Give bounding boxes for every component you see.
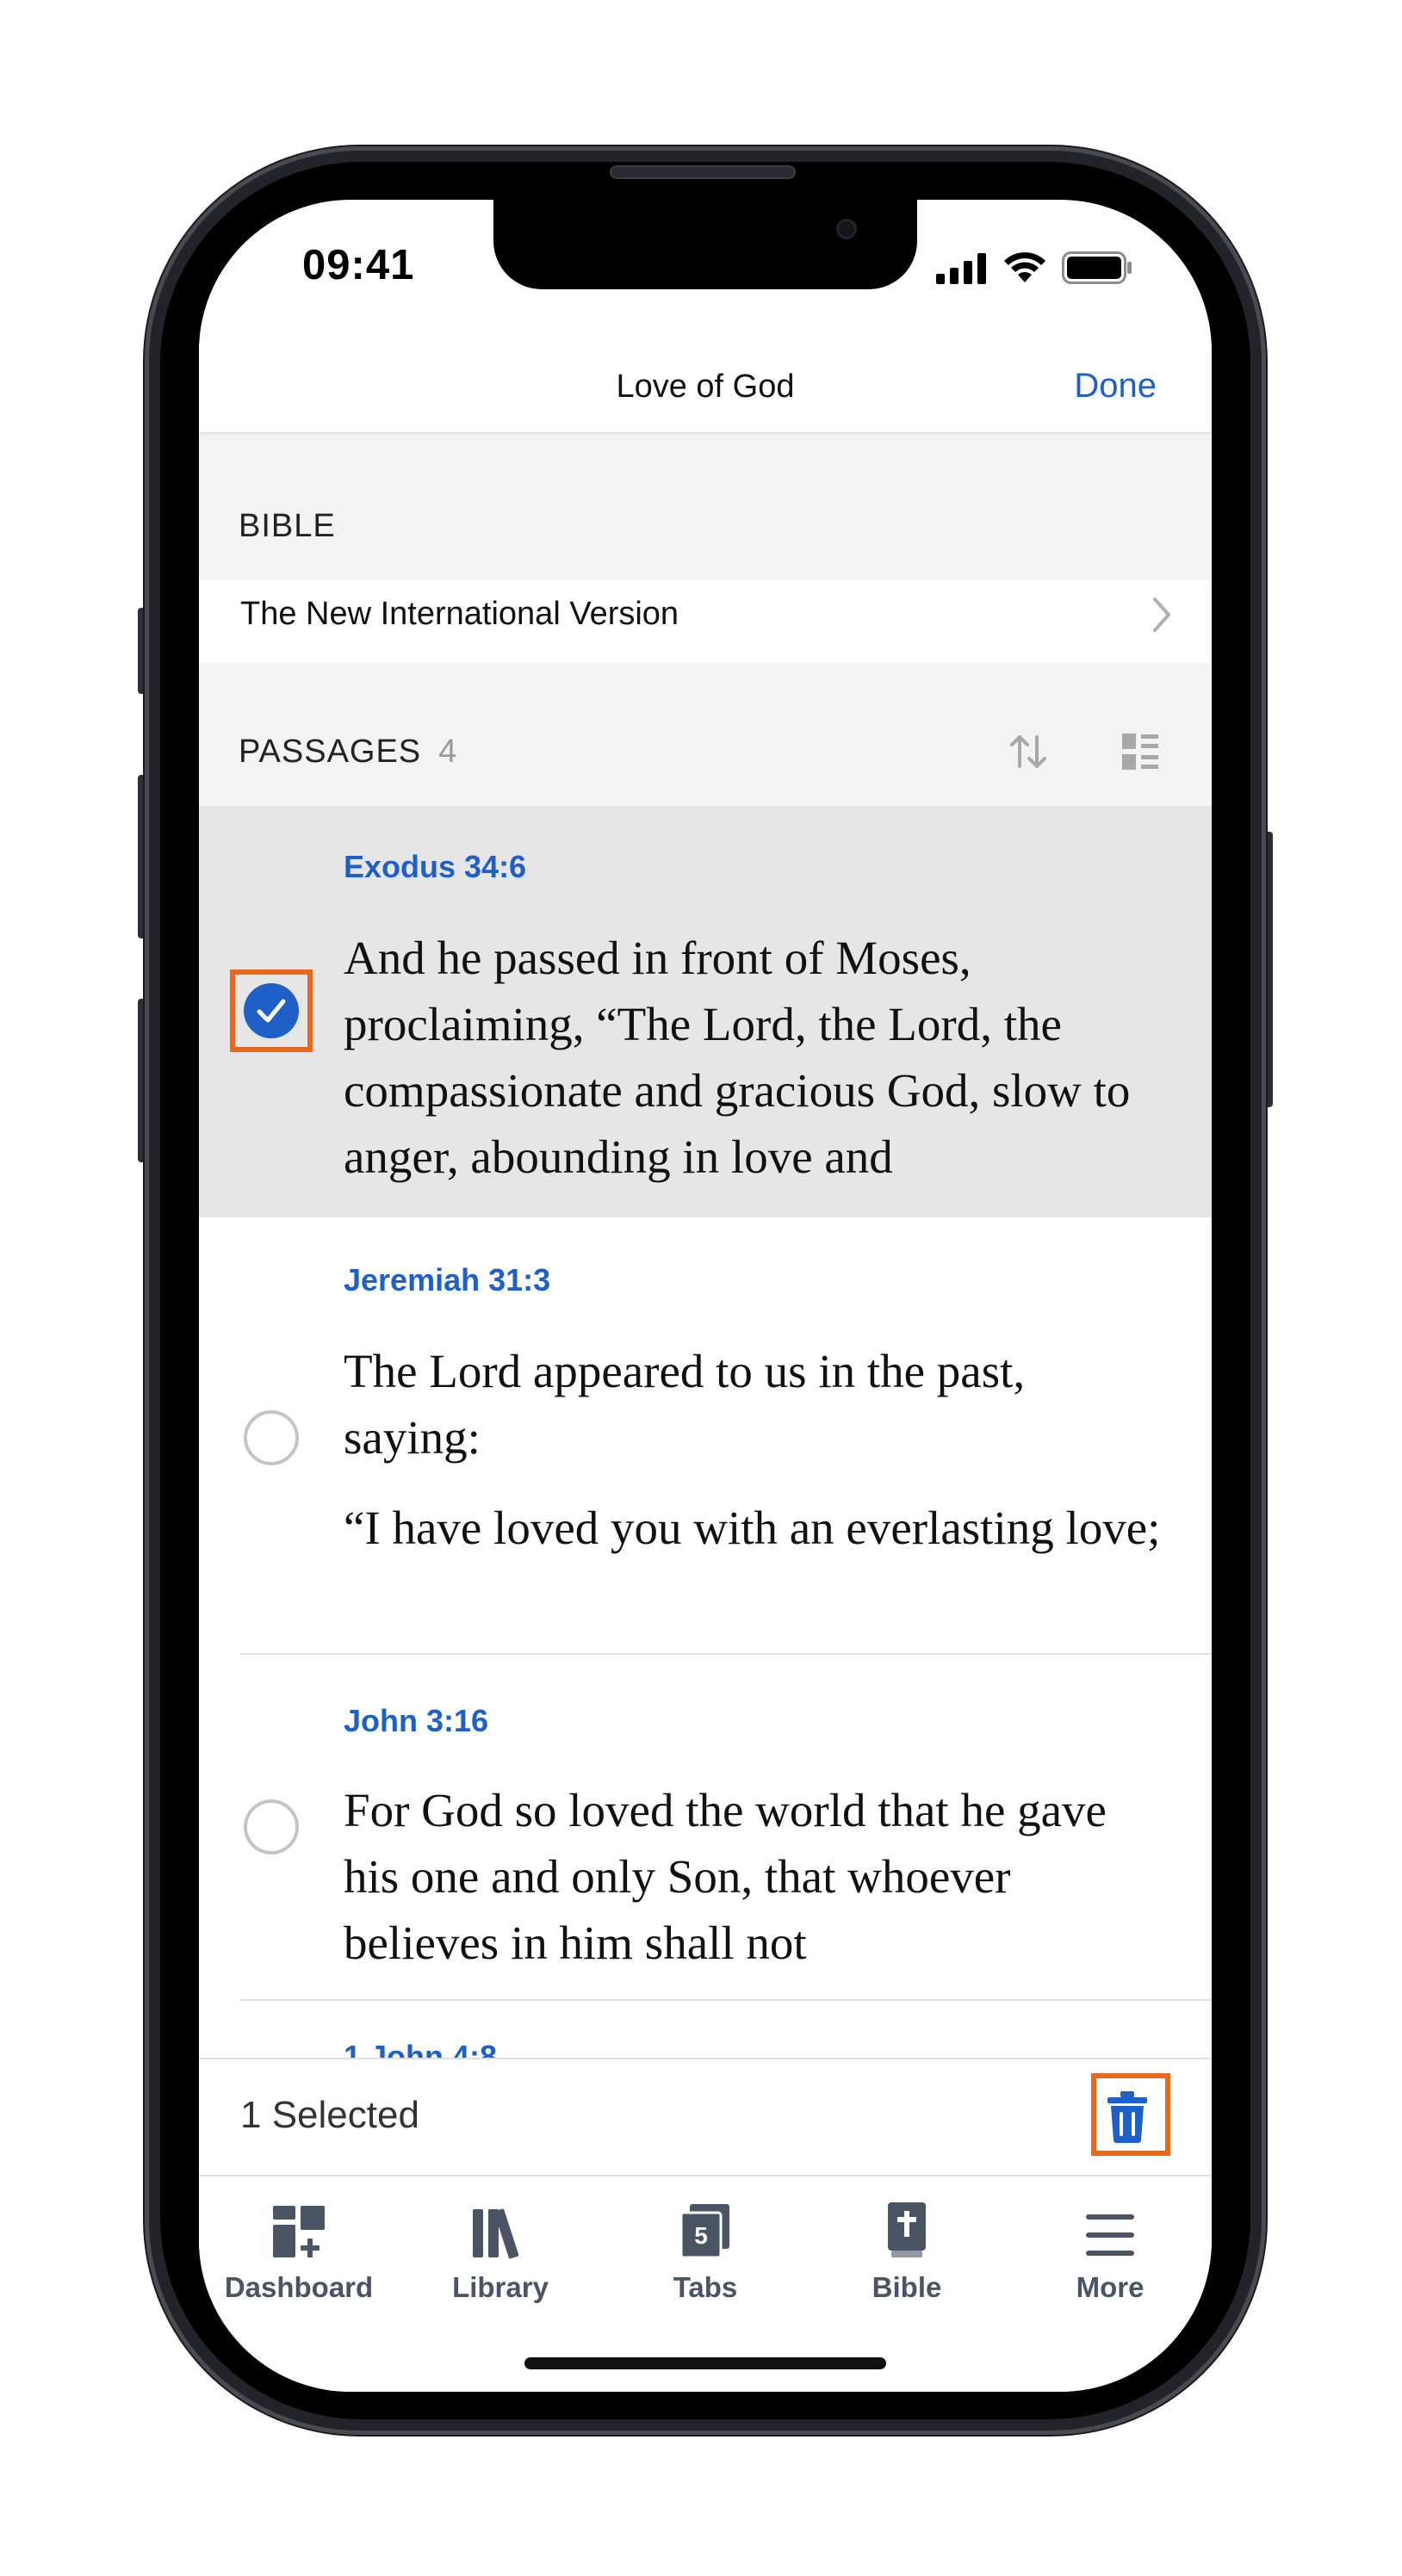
tab-more[interactable]: More bbox=[1024, 2197, 1196, 2304]
more-icon bbox=[1086, 2214, 1134, 2256]
tab-dashboard[interactable]: Dashboard bbox=[213, 2197, 385, 2304]
notch bbox=[493, 200, 917, 289]
selection-checkbox[interactable] bbox=[244, 1799, 299, 1855]
passage-text: The Lord appeared to us in the past, say… bbox=[344, 1345, 1161, 1554]
highlight-box-delete bbox=[1091, 2073, 1170, 2156]
bible-version-row[interactable]: The New International Version bbox=[199, 580, 1212, 663]
library-icon bbox=[473, 2208, 519, 2259]
tabs-icon: 5 bbox=[679, 2204, 729, 2259]
done-button[interactable]: Done bbox=[1074, 367, 1157, 406]
passage-row-1-john[interactable]: 1 John 4:8 bbox=[199, 2001, 1212, 2058]
dashboard-icon bbox=[273, 2206, 325, 2257]
passage-reference[interactable]: 1 John 4:8 bbox=[344, 2039, 497, 2058]
layout-toggle-icon[interactable] bbox=[1120, 732, 1160, 771]
passage-row-john[interactable]: John 3:16 For God so loved the world tha… bbox=[199, 1655, 1212, 2001]
chevron-right-icon bbox=[1153, 598, 1170, 632]
tab-bible[interactable]: Bible bbox=[821, 2197, 993, 2304]
passage-reference[interactable]: Jeremiah 31:3 bbox=[344, 1262, 550, 1298]
passage-row-jeremiah[interactable]: Jeremiah 31:3 The Lord appeared to us in… bbox=[199, 1217, 1212, 1655]
tabs-count-badge: 5 bbox=[694, 2222, 708, 2249]
tab-tabs[interactable]: 5 Tabs bbox=[619, 2197, 791, 2304]
passage-text: For God so loved the world that he gave … bbox=[344, 1784, 1107, 1969]
selection-checkbox[interactable] bbox=[244, 1410, 299, 1465]
front-camera bbox=[836, 219, 857, 239]
selection-bar: 1 Selected bbox=[199, 2058, 1212, 2177]
phone-screen: 09:41 Love of God Done BIBLE The New Int… bbox=[199, 200, 1212, 2392]
sort-icon[interactable] bbox=[1008, 732, 1048, 771]
battery-icon bbox=[1062, 251, 1132, 284]
status-time: 09:41 bbox=[302, 242, 415, 288]
selected-count-label: 1 Selected bbox=[240, 2094, 419, 2136]
home-indicator[interactable] bbox=[524, 2357, 886, 2369]
passage-row-exodus[interactable]: Exodus 34:6 And he passed in front of Mo… bbox=[199, 806, 1212, 1217]
page-title: Love of God bbox=[616, 368, 795, 405]
cellular-signal-icon bbox=[936, 253, 986, 284]
status-icons bbox=[936, 250, 1132, 284]
wifi-icon bbox=[1004, 252, 1045, 282]
passages-header-text: PASSAGES bbox=[239, 734, 422, 770]
bible-section-header: BIBLE bbox=[199, 436, 1212, 580]
bible-version-label: The New International Version bbox=[240, 596, 679, 632]
passages-count: 4 bbox=[438, 734, 458, 770]
navigation-bar: Love of God Done bbox=[199, 344, 1212, 434]
tab-library[interactable]: Library bbox=[414, 2197, 586, 2304]
highlight-box-checkbox bbox=[230, 969, 313, 1052]
bible-section-label: BIBLE bbox=[239, 508, 336, 544]
passage-reference[interactable]: Exodus 34:6 bbox=[344, 849, 526, 885]
passages-section-header: PASSAGES 4 bbox=[199, 663, 1212, 806]
passage-text: And he passed in front of Moses, proclai… bbox=[344, 932, 1131, 1183]
passages-section-label: PASSAGES 4 bbox=[239, 734, 457, 771]
earpiece-speaker bbox=[610, 165, 796, 179]
passage-reference[interactable]: John 3:16 bbox=[344, 1703, 488, 1739]
bible-icon bbox=[888, 2202, 926, 2257]
